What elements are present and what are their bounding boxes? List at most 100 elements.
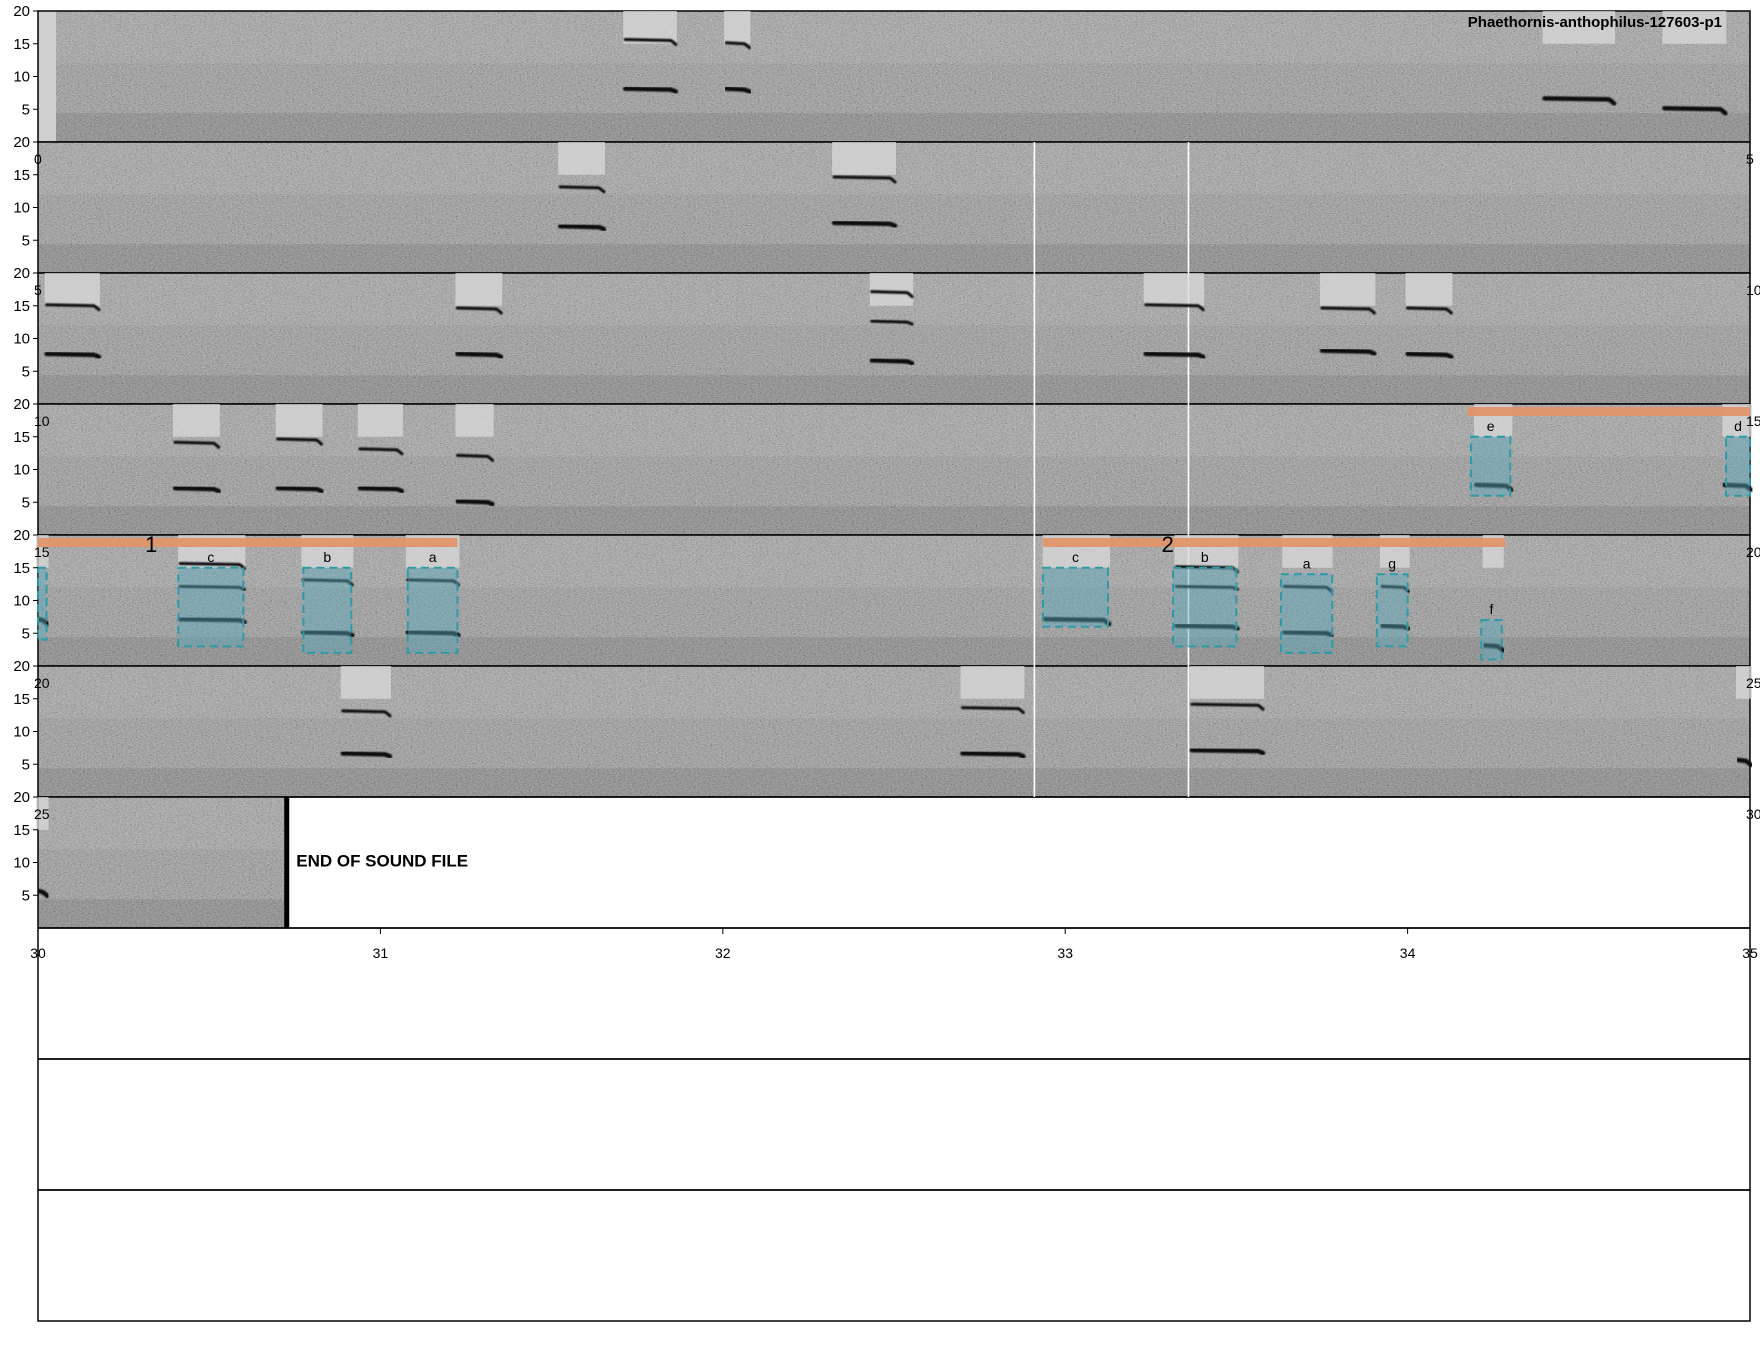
y-tick-label: 5 [22,625,30,642]
call-highband-glare [832,142,896,175]
call-highband-glare [1405,273,1453,306]
low-band-tint [38,375,1750,404]
row-edge-label-right: 15 [1746,413,1760,429]
high-band-tint [38,797,287,850]
y-tick-label: 10 [13,331,30,348]
y-tick-label: 15 [13,560,30,577]
call-highband-glare [869,273,914,306]
selection-label: a [429,549,437,565]
call-highband-glare [558,142,605,175]
spectrogram-row [37,665,1751,798]
selection-box [406,566,459,654]
x-tick-label: 30 [30,945,46,961]
selection-label: a [1303,555,1311,571]
y-tick-label: 20 [13,658,30,675]
selection-box [1725,435,1751,497]
row-edge-label-left: 10 [34,413,50,429]
y-tick-label: 20 [13,789,30,806]
selection-label: c [1072,549,1079,565]
y-tick-label: 10 [13,855,30,872]
spectrogram-row [37,927,1751,1060]
x-tick-label: 31 [373,945,389,961]
y-tick-label: 20 [13,527,30,544]
end-of-file-label: END OF SOUND FILE [296,851,468,870]
x-tick-label: 32 [715,945,731,961]
group-bar [38,538,458,547]
y-tick-label: 20 [13,265,30,282]
y-tick-label: 15 [13,822,30,839]
low-band-tint [38,506,1750,535]
y-tick-label: 5 [22,101,30,118]
row-edge-label-right: 10 [1746,282,1760,298]
y-tick-label: 15 [13,429,30,446]
low-band-tint [38,899,287,928]
call-highband-glare [1189,666,1265,699]
y-tick-label: 5 [22,887,30,904]
group-bar [1042,538,1506,547]
selection-box [1041,566,1109,628]
row-edge-label-right: 20 [1746,544,1760,560]
row-edge-label-left: 5 [34,282,42,298]
selection-box [1279,573,1334,654]
selection-label: d [1734,418,1742,434]
call-highband-glare [340,666,391,699]
selection-label: b [323,549,331,565]
y-tick-label: 20 [13,134,30,151]
selection-label: b [1201,549,1209,565]
y-tick-label: 5 [22,232,30,249]
group-label: 1 [145,532,157,557]
call-highband-glare [1143,273,1205,306]
y-tick-label: 5 [22,494,30,511]
spectrogram-row: END OF SOUND FILE [37,796,1751,929]
call-highband-glare [724,11,751,44]
row-frame [37,1189,1751,1322]
call-highband-glare [44,273,100,306]
spectrogram-row [37,1189,1751,1322]
row-edge-label-left: 15 [34,544,50,560]
row-frame [37,927,1751,1060]
call-highband-glare [172,404,220,437]
onset-band [38,11,56,142]
selection-box [1375,573,1409,648]
selection-box [1172,566,1238,648]
selection-box [302,566,353,654]
selection-label: g [1388,555,1396,571]
y-tick-label: 15 [13,167,30,184]
group-label: 2 [1162,532,1174,557]
y-tick-label: 10 [13,724,30,741]
y-tick-label: 5 [22,756,30,773]
y-tick-label: 10 [13,200,30,217]
high-band-tint [38,666,1750,719]
y-tick-label: 10 [13,69,30,86]
group-bar [1467,407,1750,416]
y-tick-label: 20 [13,3,30,20]
y-tick-label: 15 [13,298,30,315]
call-highband-glare [275,404,323,437]
row-edge-label-right: 5 [1746,151,1754,167]
y-tick-label: 15 [13,36,30,53]
x-tick-label: 35 [1742,945,1758,961]
call-highband-glare [1320,273,1376,306]
row-edge-label-left: 20 [34,675,50,691]
y-tick-label: 5 [22,363,30,380]
y-tick-label: 10 [13,462,30,479]
chart-title: Phaethornis-anthophilus-127603-p1 [1468,14,1722,31]
selection-box [177,566,245,648]
y-tick-label: 20 [13,396,30,413]
row-edge-label-right: 30 [1746,806,1760,822]
row-edge-label-left: 25 [34,806,50,822]
call-highband-glare [455,404,494,437]
selection-label: e [1487,418,1495,434]
spectrogram-row [37,1058,1751,1191]
low-band-tint [38,244,1750,273]
selection-box [37,566,48,641]
row-frame [37,1058,1751,1191]
call-highband-glare [455,273,503,306]
end-of-file-bar [284,797,290,928]
y-tick-label: 10 [13,593,30,610]
selection-box [1469,435,1512,497]
row-frame [37,796,1751,929]
x-tick-label: 33 [1057,945,1073,961]
selection-label: f [1490,601,1494,617]
low-band-tint [38,113,1750,142]
